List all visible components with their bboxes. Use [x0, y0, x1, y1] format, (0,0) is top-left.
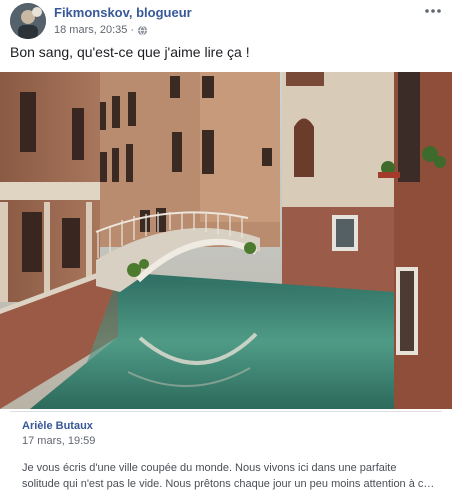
avatar[interactable]: [10, 3, 46, 39]
post-photo[interactable]: [0, 72, 452, 409]
venice-canal-photo: [0, 72, 452, 409]
shared-timestamp[interactable]: 17 mars, 19:59: [22, 435, 95, 447]
post-text: Bon sang, qu'est-ce que j'aime lire ça !: [10, 44, 250, 60]
more-options-icon[interactable]: [424, 6, 442, 16]
post-header: Fikmonskov, blogueur 18 mars, 20:35 ·: [0, 0, 452, 42]
avatar-image: [10, 3, 46, 39]
shared-article-card[interactable]: Arièle Butaux 17 mars, 19:59 Je vous écr…: [10, 411, 442, 490]
meta-separator: ·: [130, 24, 135, 36]
globe-icon[interactable]: [137, 25, 148, 36]
shared-author-name[interactable]: Arièle Butaux: [22, 420, 93, 432]
post-meta: 18 mars, 20:35 ·: [54, 24, 148, 36]
shared-excerpt: Je vous écris d'une ville coupée du mond…: [22, 462, 435, 490]
post-author-name[interactable]: Fikmonskov, blogueur: [54, 5, 192, 20]
post-timestamp[interactable]: 18 mars, 20:35: [54, 24, 127, 36]
